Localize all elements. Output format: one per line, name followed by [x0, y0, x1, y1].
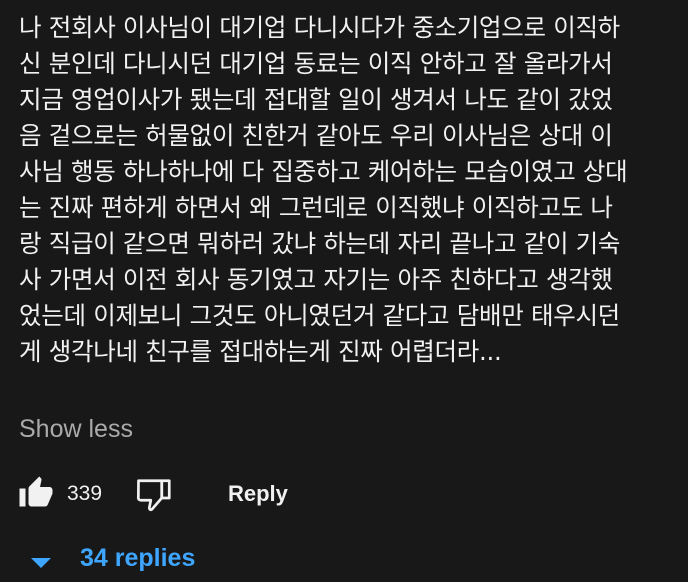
comment-line: 사 가면서 이전 회사 동기였고 자기는 아주 친하다고 생각했: [19, 265, 613, 294]
replies-count-label: 34 replies: [80, 544, 196, 572]
comment-line: 는 진짜 편하게 하면서 왜 그런데로 이직했냐 이직하고도 나: [19, 193, 613, 222]
comment-line: 었는데 이제보니 그것도 아니였던거 같다고 담배만 태우시던: [19, 301, 620, 330]
show-less-link[interactable]: Show less: [19, 415, 133, 444]
dislike-button[interactable]: [135, 477, 175, 513]
comment-action-bar: 339 Reply: [18, 473, 678, 517]
comment-line: 음 겉으로는 허물없이 친한거 같아도 우리 이사님은 상대 이: [19, 121, 613, 150]
thumbs-up-filled-icon: [19, 476, 53, 507]
like-button[interactable]: [18, 475, 54, 511]
comment-line: 나 전회사 이사님이 대기업 다니시다가 중소기업으로 이직하: [19, 13, 620, 42]
comment-text: 나 전회사 이사님이 대기업 다니시다가 중소기업으로 이직하 신 분인데 다니…: [19, 10, 679, 370]
comment-line: 랑 직급이 같으면 뭐하러 갔냐 하는데 자리 끝나고 같이 기숙: [19, 229, 621, 258]
comment-line: 사님 행동 하나하나에 다 집중하고 케어하는 모습이였고 상대: [19, 157, 628, 186]
thumbs-down-outline-icon: [136, 479, 171, 512]
chevron-down-icon: [31, 558, 51, 568]
like-count: 339: [67, 482, 103, 505]
comment-line: 지금 영업이사가 됐는데 접대할 일이 생겨서 나도 같이 갔었: [19, 85, 613, 114]
comment-line: 게 생각나네 친구를 접대하는게 진짜 어렵더라...: [19, 337, 502, 366]
reply-button[interactable]: Reply: [228, 481, 288, 507]
comment-line: 신 분인데 다니시던 대기업 동료는 이직 안하고 잘 올라가서: [19, 49, 613, 78]
